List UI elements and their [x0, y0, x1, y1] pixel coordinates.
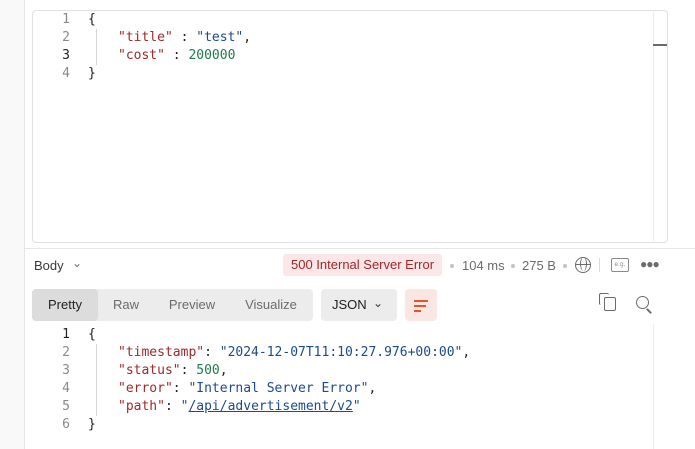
request-editor-scroll-thumb[interactable]	[653, 44, 667, 46]
path-link[interactable]: /api/advertisement/v2	[188, 399, 352, 414]
line-number-active: 3	[62, 48, 70, 63]
code-token: "	[352, 399, 361, 414]
code-token: "path"	[118, 399, 165, 414]
code-line[interactable]: }	[88, 416, 96, 434]
line-number: 6	[62, 417, 70, 432]
line-number: 5	[62, 399, 70, 414]
code-token: }	[88, 66, 96, 81]
code-token: "Internal Server Error"	[188, 381, 369, 396]
code-token: 500	[196, 363, 220, 378]
tab-pretty[interactable]: Pretty	[32, 289, 98, 321]
wrap-lines-button[interactable]	[405, 289, 437, 321]
more-options-icon[interactable]: ●●●	[640, 257, 660, 271]
code-token: :	[172, 30, 197, 45]
left-sidebar-strip	[0, 0, 25, 449]
line-number: 2	[62, 30, 70, 45]
code-token: "error"	[118, 381, 173, 396]
code-token: :	[164, 48, 189, 63]
code-token: ,	[368, 381, 377, 396]
separator-dot	[511, 264, 515, 268]
format-select-value[interactable]: JSON	[332, 297, 367, 312]
indent-guide	[96, 29, 97, 65]
code-line[interactable]: }	[88, 65, 96, 83]
save-response-example-icon[interactable]: e.g.	[611, 258, 629, 272]
code-token: {	[88, 327, 96, 342]
response-body-scrollbar[interactable]	[653, 324, 668, 449]
code-token: 200000	[188, 48, 236, 63]
code-line[interactable]: "title" : "test",	[118, 29, 251, 47]
code-token: ,	[243, 30, 252, 45]
line-number-active: 1	[62, 327, 70, 342]
response-body-label[interactable]: Body	[34, 258, 64, 273]
code-token: "timestamp"	[118, 345, 205, 360]
tab-preview[interactable]: Preview	[156, 289, 228, 321]
response-time[interactable]: 104 ms	[462, 258, 505, 273]
tab-raw[interactable]: Raw	[98, 289, 154, 321]
indent-guide	[96, 344, 97, 416]
wrap-lines-icon	[414, 300, 428, 302]
line-number: 1	[62, 12, 70, 27]
code-token: "title"	[118, 30, 173, 45]
code-token: "status"	[118, 363, 181, 378]
wrap-lines-icon-stroke	[414, 305, 426, 307]
code-line[interactable]: {	[88, 326, 96, 344]
code-token: "cost"	[118, 48, 165, 63]
line-number: 4	[62, 381, 70, 396]
code-line[interactable]: "cost" : 200000	[118, 47, 235, 65]
line-number: 3	[62, 363, 70, 378]
code-token: "test"	[196, 30, 244, 45]
code-line[interactable]: "status": 500,	[118, 362, 228, 380]
response-view-tabs: Pretty Raw Preview Visualize	[32, 289, 313, 321]
chevron-down-icon[interactable]: ⌄	[373, 296, 383, 310]
wrap-lines-icon-stroke	[414, 310, 421, 312]
code-line[interactable]: "timestamp": "2024-12-07T11:10:27.976+00…	[118, 344, 470, 362]
chevron-down-icon[interactable]: ⌄	[72, 256, 82, 270]
copy-icon[interactable]	[599, 293, 616, 311]
line-number: 4	[62, 66, 70, 81]
code-token: :	[204, 345, 220, 360]
vertical-divider	[599, 258, 600, 272]
code-token: {	[88, 12, 96, 27]
globe-icon[interactable]	[575, 257, 591, 273]
tab-visualize[interactable]: Visualize	[230, 289, 312, 321]
code-token: :	[180, 363, 197, 378]
line-number: 2	[62, 345, 70, 360]
code-line[interactable]: "error": "Internal Server Error",	[118, 380, 376, 398]
code-line[interactable]: "path": "/api/advertisement/v2"	[118, 398, 361, 416]
code-line[interactable]: {	[88, 11, 96, 29]
code-token: ,	[219, 363, 228, 378]
code-token: }	[88, 417, 96, 432]
code-token: :	[172, 381, 189, 396]
code-token: ,	[462, 345, 471, 360]
code-token: "2024-12-07T11:10:27.976+00:00"	[219, 345, 463, 360]
response-size[interactable]: 275 B	[522, 258, 556, 273]
separator-dot	[563, 264, 567, 268]
pane-divider[interactable]	[24, 248, 695, 249]
search-icon[interactable]	[636, 296, 649, 309]
status-badge[interactable]: 500 Internal Server Error	[283, 254, 443, 276]
separator-dot	[450, 264, 454, 268]
code-token: :	[164, 399, 181, 414]
